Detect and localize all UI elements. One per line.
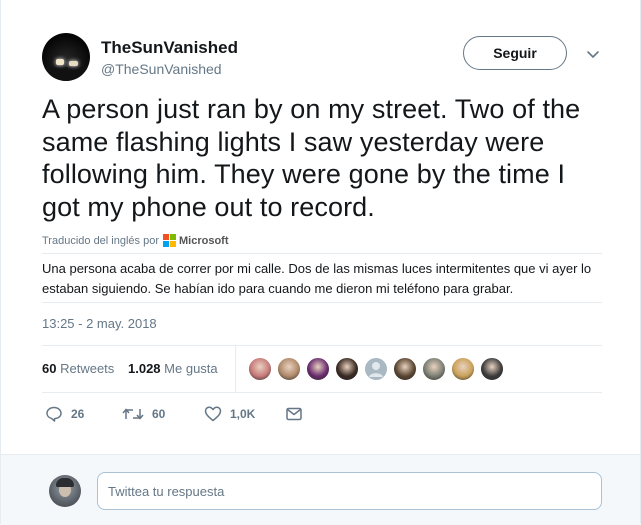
retweet-count: 60: [152, 407, 166, 421]
liker-avatar[interactable]: [277, 357, 301, 381]
retweets-count: 60: [42, 361, 57, 376]
liker-avatar[interactable]: [422, 357, 446, 381]
reply-count: 26: [71, 407, 85, 421]
liker-avatar[interactable]: [480, 357, 504, 381]
stats-separator: [235, 346, 236, 392]
user-handle[interactable]: @TheSunVanished: [101, 61, 222, 77]
likes-label: Me gusta: [164, 361, 218, 376]
liker-avatar[interactable]: [335, 357, 359, 381]
liker-avatar[interactable]: [393, 357, 417, 381]
tweet-text: A person just ran by on my street. Two o…: [42, 94, 581, 222]
divider: [42, 253, 602, 254]
liker-avatar[interactable]: [451, 357, 475, 381]
frame-border-left: [0, 0, 1, 524]
tweet-stats: 60 Retweets 1.028 Me gusta: [42, 346, 602, 392]
divider: [42, 302, 602, 303]
retweets-label: Retweets: [60, 361, 115, 376]
like-count: 1,0K: [230, 407, 256, 421]
chevron-down-icon[interactable]: [586, 47, 600, 61]
divider: [42, 392, 602, 393]
translation-attribution: Traducido del inglés por Microsoft: [42, 234, 229, 247]
retweet-action[interactable]: 60: [122, 405, 165, 423]
user-avatar[interactable]: [42, 33, 90, 81]
likes-stat[interactable]: 1.028 Me gusta: [128, 361, 218, 376]
reply-action[interactable]: 26: [45, 405, 84, 423]
microsoft-logo-icon: [163, 234, 176, 247]
translated-by-label: Traducido del inglés por: [42, 234, 159, 247]
like-action[interactable]: 1,0K: [204, 405, 255, 423]
retweets-stat[interactable]: 60 Retweets: [42, 361, 114, 376]
reply-icon: [46, 406, 62, 422]
direct-message-action[interactable]: [285, 405, 311, 423]
liker-avatars: [248, 357, 509, 381]
translator-name: Microsoft: [179, 234, 229, 247]
likes-count: 1.028: [128, 361, 161, 376]
reply-input[interactable]: [97, 472, 602, 510]
envelope-icon: [286, 407, 302, 421]
retweet-icon: [122, 408, 144, 420]
default-avatar-icon[interactable]: [364, 357, 388, 381]
reply-composer: [1, 454, 640, 525]
tweet-header: TheSunVanished @TheSunVanished Seguir: [42, 33, 612, 83]
liker-avatar[interactable]: [306, 357, 330, 381]
tweet-timestamp[interactable]: 13:25 - 2 may. 2018: [42, 316, 157, 331]
follow-button[interactable]: Seguir: [463, 36, 567, 70]
current-user-avatar[interactable]: [49, 475, 81, 507]
display-name[interactable]: TheSunVanished: [101, 38, 238, 58]
liker-avatar[interactable]: [248, 357, 272, 381]
translated-text: Una persona acaba de correr por mi calle…: [42, 261, 592, 296]
heart-icon: [204, 406, 222, 422]
tweet-actions: 26 60 1,0K: [42, 405, 342, 429]
